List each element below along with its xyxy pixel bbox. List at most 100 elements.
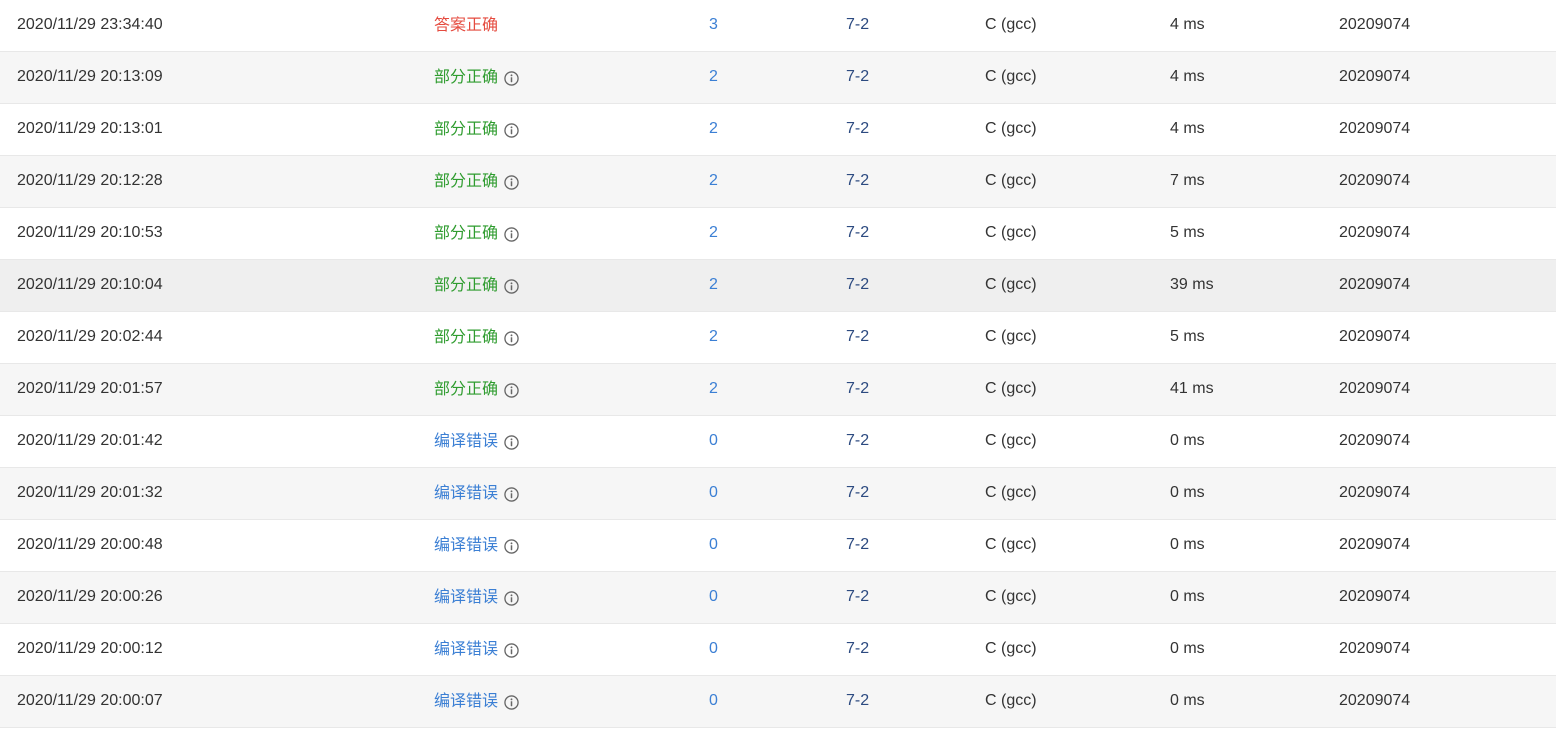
info-icon[interactable] — [504, 695, 519, 710]
user-id: 20209074 — [1339, 640, 1411, 657]
score-link[interactable]: 2 — [709, 312, 718, 363]
info-icon[interactable] — [504, 331, 519, 346]
status-link[interactable]: 部分正确 — [434, 53, 498, 102]
score-link[interactable]: 0 — [709, 520, 718, 571]
user-id: 20209074 — [1339, 68, 1411, 85]
problem-link[interactable]: 7-2 — [846, 364, 869, 415]
score-link[interactable]: 0 — [709, 676, 718, 727]
table-row[interactable]: 2020/11/29 20:01:42 编译错误 0 7-2 C (gcc) 0 ms 20… — [0, 416, 1556, 468]
problem-link[interactable]: 7-2 — [846, 572, 869, 623]
status-cell: 部分正确 — [434, 312, 519, 363]
score-link[interactable]: 0 — [709, 468, 718, 519]
table-row[interactable]: 2020/11/29 20:01:32 编译错误 0 7-2 C (gcc) 0 ms 20… — [0, 468, 1556, 520]
score-link[interactable]: 0 — [709, 416, 718, 467]
score-link[interactable]: 2 — [709, 364, 718, 415]
score-link[interactable]: 2 — [709, 52, 718, 103]
table-row[interactable]: 2020/11/29 20:02:44 部分正确 2 7-2 C (gcc) 5 ms 20… — [0, 312, 1556, 364]
submission-table: 2020/11/29 23:34:40 答案正确 3 7-2 C (gcc) 4 ms 20… — [0, 0, 1556, 728]
info-icon[interactable] — [504, 591, 519, 606]
info-icon[interactable] — [504, 435, 519, 450]
table-row[interactable]: 2020/11/29 20:10:53 部分正确 2 7-2 C (gcc) 5 ms 20… — [0, 208, 1556, 260]
status-link[interactable]: 编译错误 — [434, 625, 498, 674]
problem-link[interactable]: 7-2 — [846, 312, 869, 363]
status-link[interactable]: 编译错误 — [434, 677, 498, 726]
language: C (gcc) — [985, 276, 1037, 293]
info-icon[interactable] — [504, 487, 519, 502]
table-row[interactable]: 2020/11/29 20:12:28 部分正确 2 7-2 C (gcc) 7 ms 20… — [0, 156, 1556, 208]
problem-link[interactable]: 7-2 — [846, 468, 869, 519]
status-link[interactable]: 编译错误 — [434, 417, 498, 466]
time-used: 7 ms — [1170, 172, 1205, 189]
problem-link[interactable]: 7-2 — [846, 104, 869, 155]
time-used: 4 ms — [1170, 16, 1205, 33]
problem-link[interactable]: 7-2 — [846, 520, 869, 571]
time-used: 0 ms — [1170, 432, 1205, 449]
user-id: 20209074 — [1339, 224, 1411, 241]
table-row[interactable]: 2020/11/29 20:13:09 部分正确 2 7-2 C (gcc) 4 ms 20… — [0, 52, 1556, 104]
status-link[interactable]: 部分正确 — [434, 209, 498, 258]
language: C (gcc) — [985, 484, 1037, 501]
language: C (gcc) — [985, 224, 1037, 241]
problem-link[interactable]: 7-2 — [846, 208, 869, 259]
language: C (gcc) — [985, 328, 1037, 345]
status-cell: 部分正确 — [434, 208, 519, 259]
info-icon[interactable] — [504, 539, 519, 554]
status-link[interactable]: 部分正确 — [434, 261, 498, 310]
status-link[interactable]: 部分正确 — [434, 313, 498, 362]
table-row[interactable]: 2020/11/29 20:00:48 编译错误 0 7-2 C (gcc) 0 ms 20… — [0, 520, 1556, 572]
time-used: 0 ms — [1170, 588, 1205, 605]
problem-link[interactable]: 7-2 — [846, 0, 869, 51]
status-cell: 部分正确 — [434, 52, 519, 103]
problem-link[interactable]: 7-2 — [846, 676, 869, 727]
problem-link[interactable]: 7-2 — [846, 260, 869, 311]
table-row[interactable]: 2020/11/29 20:00:12 编译错误 0 7-2 C (gcc) 0 ms 20… — [0, 624, 1556, 676]
submit-time: 2020/11/29 20:01:42 — [17, 432, 163, 449]
info-icon[interactable] — [504, 643, 519, 658]
problem-link[interactable]: 7-2 — [846, 156, 869, 207]
status-cell: 编译错误 — [434, 468, 519, 519]
table-row[interactable]: 2020/11/29 20:00:26 编译错误 0 7-2 C (gcc) 0 ms 20… — [0, 572, 1556, 624]
table-row[interactable]: 2020/11/29 20:01:57 部分正确 2 7-2 C (gcc) 41 ms 2… — [0, 364, 1556, 416]
language: C (gcc) — [985, 380, 1037, 397]
table-row[interactable]: 2020/11/29 23:34:40 答案正确 3 7-2 C (gcc) 4 ms 20… — [0, 0, 1556, 52]
info-icon[interactable] — [504, 227, 519, 242]
language: C (gcc) — [985, 68, 1037, 85]
problem-link[interactable]: 7-2 — [846, 416, 869, 467]
info-icon[interactable] — [504, 383, 519, 398]
score-link[interactable]: 2 — [709, 260, 718, 311]
user-id: 20209074 — [1339, 432, 1411, 449]
info-icon[interactable] — [504, 279, 519, 294]
submit-time: 2020/11/29 20:01:32 — [17, 484, 163, 501]
score-link[interactable]: 2 — [709, 208, 718, 259]
problem-link[interactable]: 7-2 — [846, 52, 869, 103]
status-link[interactable]: 部分正确 — [434, 157, 498, 206]
time-used: 39 ms — [1170, 276, 1214, 293]
status-link[interactable]: 部分正确 — [434, 365, 498, 414]
user-id: 20209074 — [1339, 328, 1411, 345]
info-icon[interactable] — [504, 123, 519, 138]
submit-time: 2020/11/29 20:12:28 — [17, 172, 163, 189]
submit-time: 2020/11/29 20:02:44 — [17, 328, 163, 345]
status-link[interactable]: 部分正确 — [434, 105, 498, 154]
status-link[interactable]: 编译错误 — [434, 573, 498, 622]
score-link[interactable]: 3 — [709, 0, 718, 51]
table-row[interactable]: 2020/11/29 20:10:04 部分正确 2 7-2 C (gcc) 39 ms 2… — [0, 260, 1556, 312]
score-link[interactable]: 0 — [709, 624, 718, 675]
submit-time: 2020/11/29 20:00:12 — [17, 640, 163, 657]
info-icon[interactable] — [504, 71, 519, 86]
table-row[interactable]: 2020/11/29 20:00:07 编译错误 0 7-2 C (gcc) 0 ms 20… — [0, 676, 1556, 728]
submit-time: 2020/11/29 20:00:26 — [17, 588, 163, 605]
status-link[interactable]: 编译错误 — [434, 521, 498, 570]
table-row[interactable]: 2020/11/29 20:13:01 部分正确 2 7-2 C (gcc) 4 ms 20… — [0, 104, 1556, 156]
submit-time: 2020/11/29 20:13:09 — [17, 68, 163, 85]
score-link[interactable]: 2 — [709, 104, 718, 155]
score-link[interactable]: 0 — [709, 572, 718, 623]
language: C (gcc) — [985, 536, 1037, 553]
info-icon[interactable] — [504, 175, 519, 190]
language: C (gcc) — [985, 692, 1037, 709]
language: C (gcc) — [985, 588, 1037, 605]
status-link[interactable]: 编译错误 — [434, 469, 498, 518]
score-link[interactable]: 2 — [709, 156, 718, 207]
problem-link[interactable]: 7-2 — [846, 624, 869, 675]
status-link[interactable]: 答案正确 — [434, 1, 498, 50]
